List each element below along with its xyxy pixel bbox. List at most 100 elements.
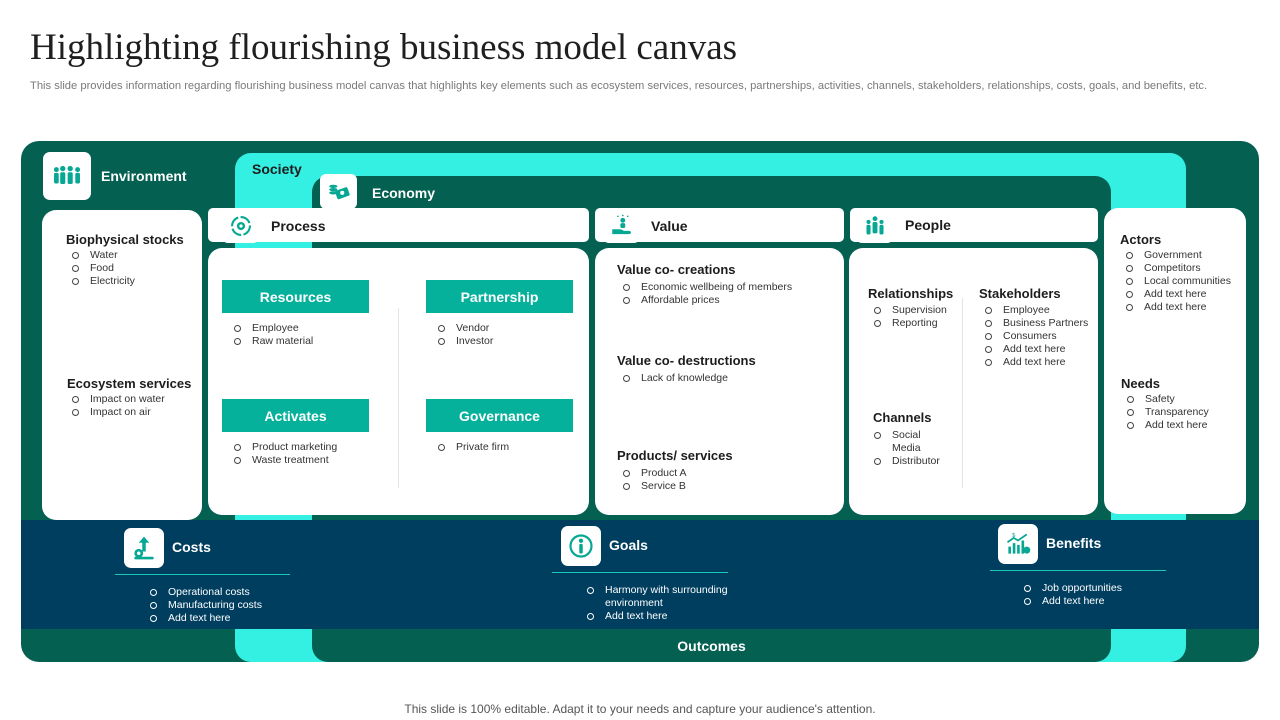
needs-list: Safety Transparency Add text here <box>1121 393 1209 432</box>
society-card: Actors Government Competitors Local comm… <box>1104 208 1246 514</box>
footer-note: This slide is 100% editable. Adapt it to… <box>404 702 876 716</box>
partnership-label: Partnership <box>426 280 573 313</box>
costs-underline <box>115 574 290 575</box>
list-item: Job opportunities <box>1018 582 1122 595</box>
activates-list: Product marketing Waste treatment <box>228 441 337 467</box>
channels-title: Channels <box>873 410 932 425</box>
list-item: Supervision <box>868 304 947 317</box>
list-item: Distributor <box>868 455 940 468</box>
list-item: Employee <box>228 322 313 335</box>
list-item: Investor <box>432 335 493 348</box>
list-item: Add text here <box>1018 595 1122 608</box>
list-item: Competitors <box>1120 262 1231 275</box>
list-item: Manufacturing costs <box>144 599 262 612</box>
goals-label: Goals <box>609 537 648 553</box>
gear-cycle-icon <box>222 208 259 243</box>
environment-label: Environment <box>101 168 187 184</box>
society-label: Society <box>252 161 302 177</box>
list-item: Local communities <box>1120 275 1231 288</box>
needs-title: Needs <box>1121 376 1161 391</box>
resources-list: Employee Raw material <box>228 322 313 348</box>
activates-label: Activates <box>222 399 369 432</box>
process-header <box>208 208 589 242</box>
process-card: Resources Employee Raw material Partners… <box>208 248 589 515</box>
resources-label: Resources <box>222 280 369 313</box>
list-item: Lack of knowledge <box>617 372 728 385</box>
value-destructions-title: Value co- destructions <box>617 353 756 368</box>
governance-label: Governance <box>426 399 573 432</box>
list-item-continued: environment <box>605 597 663 609</box>
divider <box>962 298 963 488</box>
outcomes-label: Outcomes <box>677 638 746 654</box>
list-item-continued: Media <box>892 442 921 454</box>
list-item: Add text here <box>1120 288 1231 301</box>
list-item: Product A <box>617 467 687 480</box>
page-title: Highlighting flourishing business model … <box>30 27 738 68</box>
environment-card: Biophysical stocks Water Food Electricit… <box>42 210 202 520</box>
stakeholders-title: Stakeholders <box>979 286 1061 301</box>
products-list: Product A Service B <box>617 467 687 493</box>
biophysical-list: Water Food Electricity <box>66 249 135 288</box>
benefits-list: Job opportunities Add text here <box>1018 582 1122 608</box>
benefits-underline <box>990 570 1166 571</box>
list-item: Affordable prices <box>617 294 792 307</box>
partnership-list: Vendor Investor <box>432 322 493 348</box>
money-icon <box>320 174 357 209</box>
list-item: Economic wellbeing of members <box>617 281 792 294</box>
ecosystem-title: Ecosystem services <box>67 376 192 391</box>
list-item: Operational costs <box>144 586 262 599</box>
value-creations-list: Economic wellbeing of members Affordable… <box>617 281 792 307</box>
stakeholders-list: Employee Business Partners Consumers Add… <box>979 304 1088 369</box>
list-item: Electricity <box>66 275 135 288</box>
list-item: Food <box>66 262 135 275</box>
people-label: People <box>905 217 951 233</box>
list-item: Raw material <box>228 335 313 348</box>
list-item: Add text here <box>979 356 1088 369</box>
page-subtitle: This slide provides information regardin… <box>30 80 1208 92</box>
ecosystem-list: Impact on water Impact on air <box>66 393 165 419</box>
list-item: Transparency <box>1121 406 1209 419</box>
list-item: Waste treatment <box>228 454 337 467</box>
value-creations-title: Value co- creations <box>617 262 736 277</box>
list-item: Impact on water <box>66 393 165 406</box>
process-label: Process <box>271 218 326 234</box>
list-item: Product marketing <box>228 441 337 454</box>
list-item: Impact on air <box>66 406 165 419</box>
list-item: Water <box>66 249 135 262</box>
list-item: Add text here <box>1120 301 1231 314</box>
people-card: Relationships Supervision Reporting Chan… <box>849 248 1098 515</box>
people-group-icon <box>43 152 91 200</box>
channels-list: Social Media Distributor <box>868 429 940 468</box>
relationships-title: Relationships <box>868 286 954 301</box>
list-item: Harmony with surrounding <box>581 584 728 597</box>
products-title: Products/ services <box>617 448 733 463</box>
value-label: Value <box>651 218 688 234</box>
team-icon <box>856 208 893 243</box>
list-item: Add text here <box>581 610 728 623</box>
actors-title: Actors <box>1120 232 1162 247</box>
goals-underline <box>552 572 728 573</box>
goals-list: Harmony with surrounding environment Add… <box>581 584 728 623</box>
list-item: Consumers <box>979 330 1088 343</box>
list-item: Add text here <box>1121 419 1209 432</box>
target-person-icon <box>561 526 601 566</box>
list-item: Service B <box>617 480 687 493</box>
value-card: Value co- creations Economic wellbeing o… <box>595 248 844 515</box>
list-item: Employee <box>979 304 1088 317</box>
list-item: Social <box>868 429 940 442</box>
relationships-list: Supervision Reporting <box>868 304 947 330</box>
economy-label: Economy <box>372 185 436 201</box>
biophysical-title: Biophysical stocks <box>66 232 184 247</box>
value-destructions-list: Lack of knowledge <box>617 372 728 385</box>
governance-list: Private firm <box>432 441 509 454</box>
costs-list: Operational costs Manufacturing costs Ad… <box>144 586 262 625</box>
list-item: Vendor <box>432 322 493 335</box>
actors-list: Government Competitors Local communities… <box>1120 249 1231 314</box>
hand-person-icon <box>603 208 640 243</box>
list-item: Add text here <box>144 612 262 625</box>
costs-label: Costs <box>172 539 211 555</box>
list-item: Add text here <box>979 343 1088 356</box>
list-item: Reporting <box>868 317 947 330</box>
list-item: Government <box>1120 249 1231 262</box>
cost-growth-icon <box>124 528 164 568</box>
